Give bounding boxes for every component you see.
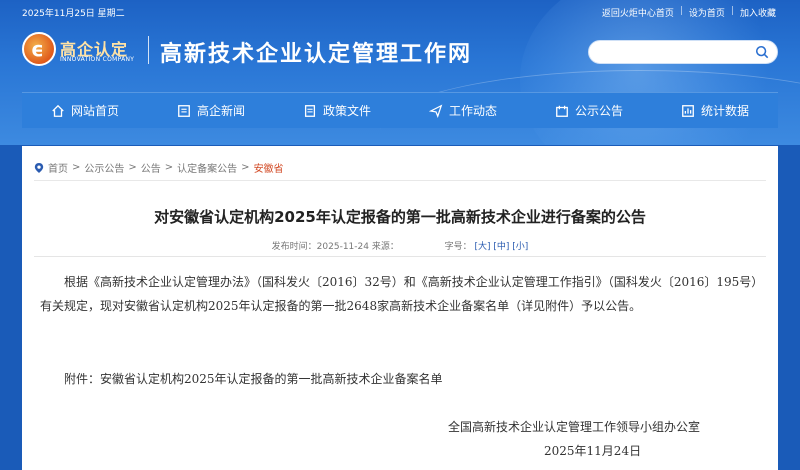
font-size-small[interactable]: [小] [512,242,528,252]
link-add-favorite[interactable]: 加入收藏 [740,6,776,19]
site-logo[interactable]: ϵ 高企认定 INNOVATION COMPANY [22,32,140,68]
nav-notice[interactable]: 公示公告 [526,93,652,129]
breadcrumb-notices[interactable]: 公示公告 [84,160,124,175]
top-bar: 2025年11月25日 星期二 返回火炬中心首页 | 设为首页 | 加入收藏 [0,0,800,24]
breadcrumb-filing[interactable]: 认定备案公告 [177,160,237,175]
news-icon [178,104,190,117]
breadcrumb-current[interactable]: 安徽省 [254,160,284,175]
link-torch-home[interactable]: 返回火炬中心首页 [602,6,674,19]
site-title: 高新技术企业认定管理工作网 [160,42,473,67]
sign-date: 2025年11月24日 [544,444,642,458]
nav-work[interactable]: 工作动态 [400,93,526,129]
home-icon [52,104,64,117]
nav-label: 网站首页 [70,104,119,118]
location-pin-icon [34,162,44,173]
notice-icon [556,105,568,117]
meta-divider [34,256,766,257]
search-icon[interactable] [755,45,769,59]
publish-date: 发布时间：2025-11-24 来源： [271,242,399,252]
logo-swirl-icon: ϵ [31,37,44,61]
current-date: 2025年11月25日 星期二 [22,9,125,19]
site-header: 2025年11月25日 星期二 返回火炬中心首页 | 设为首页 | 加入收藏 ϵ… [0,0,800,145]
attachment-link[interactable]: 附件：安徽省认定机构2025年认定报备的第一批高新技术企业备案名单 [64,370,443,387]
main-nav: 网站首页 高企新闻 政策文件 工作动态 公示公告 统计数据 [22,92,778,128]
signer: 全国高新技术企业认定管理工作领导小组办公室 [448,420,701,434]
nav-news[interactable]: 高企新闻 [148,93,274,129]
separator: | [679,6,683,16]
nav-label: 高企新闻 [196,104,245,118]
breadcrumb: 首页 > 公示公告 > 公告 > 认定备案公告 > 安徽省 [34,160,284,175]
breadcrumb-separator: > [164,162,174,173]
top-links: 返回火炬中心首页 | 设为首页 | 加入收藏 [602,6,776,19]
breadcrumb-separator: > [128,162,137,173]
nav-label: 公示公告 [574,104,623,118]
breadcrumb-home[interactable]: 首页 [48,160,68,175]
logo-english: INNOVATION COMPANY [60,56,135,63]
font-size-large[interactable]: [大] [474,242,490,252]
breadcrumb-separator: > [72,162,81,173]
article-card: 首页 > 公示公告 > 公告 > 认定备案公告 > 安徽省 对安徽省认定机构20… [22,146,778,470]
article-body: 根据《高新技术企业认定管理办法》（国科发火〔2016〕32号）和《高新技术企业认… [40,270,760,318]
document-icon [304,104,316,117]
font-size-medium[interactable]: [中] [493,242,509,252]
font-size-label: 字号： [444,242,472,252]
article-title: 对安徽省认定机构2025年认定报备的第一批高新技术企业进行备案的公告 [154,208,646,226]
chart-icon [682,104,694,117]
article-paragraph: 根据《高新技术企业认定管理办法》（国科发火〔2016〕32号）和《高新技术企业认… [40,275,758,313]
link-set-homepage[interactable]: 设为首页 [689,6,725,19]
send-icon [428,104,443,118]
nav-label: 政策文件 [322,104,371,118]
nav-label: 统计数据 [700,104,749,118]
logo-divider [148,36,149,64]
nav-policy[interactable]: 政策文件 [274,93,400,129]
search-box[interactable] [588,40,778,64]
breadcrumb-divider [34,180,766,181]
article-meta: 发布时间：2025-11-24 来源： 字号： [大] [中] [小] [22,239,778,252]
separator: | [730,6,734,16]
nav-home[interactable]: 网站首页 [22,93,148,129]
breadcrumb-separator: > [241,162,250,173]
nav-stats[interactable]: 统计数据 [652,93,778,129]
breadcrumb-announce[interactable]: 公告 [141,160,161,175]
nav-label: 工作动态 [448,104,497,118]
